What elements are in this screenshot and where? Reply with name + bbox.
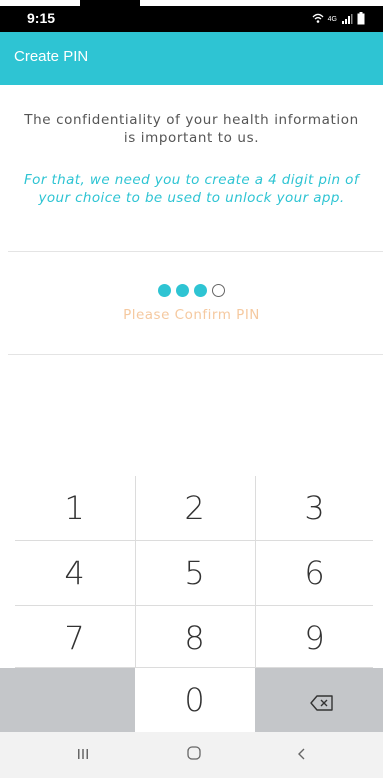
key-0[interactable]: 0 xyxy=(135,668,254,732)
backspace-button[interactable] xyxy=(255,668,383,732)
status-time: 9:15 xyxy=(27,10,56,26)
backspace-icon xyxy=(309,681,334,719)
wifi-calling-icon xyxy=(312,10,324,29)
numeric-keypad: 1 2 3 4 5 6 7 8 9 0 xyxy=(0,476,383,732)
confidentiality-text: The confidentiality of your health infor… xyxy=(24,112,359,146)
key-4[interactable]: 4 xyxy=(15,541,134,605)
key-7[interactable]: 7 xyxy=(15,606,134,670)
divider xyxy=(8,354,383,355)
key-8[interactable]: 8 xyxy=(135,606,254,670)
instruction-text: For that, we need you to create a 4 digi… xyxy=(24,172,359,206)
page-title: Create PIN xyxy=(14,48,89,65)
back-button[interactable] xyxy=(292,745,312,765)
recent-apps-icon xyxy=(76,746,90,765)
divider xyxy=(8,251,383,252)
pin-dot-filled xyxy=(158,284,171,297)
key-2[interactable]: 2 xyxy=(135,476,254,540)
pin-status-text: Please Confirm PIN xyxy=(123,307,260,323)
home-button[interactable] xyxy=(184,745,204,765)
recent-apps-button[interactable] xyxy=(73,745,93,765)
battery-icon xyxy=(357,10,365,29)
pin-indicator xyxy=(0,284,383,300)
status-bar: 9:15 4G xyxy=(0,6,383,32)
pin-dot-filled xyxy=(194,284,207,297)
home-icon xyxy=(186,745,202,765)
back-icon xyxy=(295,746,309,765)
pin-dot-filled xyxy=(176,284,189,297)
key-6[interactable]: 6 xyxy=(255,541,374,605)
key-blank xyxy=(0,668,135,732)
key-1[interactable]: 1 xyxy=(15,476,134,540)
key-9[interactable]: 9 xyxy=(255,606,374,670)
system-nav-bar xyxy=(0,732,383,778)
key-3[interactable]: 3 xyxy=(255,476,374,540)
app-bar: Create PIN xyxy=(0,32,383,85)
status-icons: 4G xyxy=(312,11,365,27)
info-section: The confidentiality of your health infor… xyxy=(0,85,383,251)
key-5[interactable]: 5 xyxy=(135,541,254,605)
network-label: 4G xyxy=(327,15,337,23)
signal-icon xyxy=(341,10,353,29)
pin-dot-empty xyxy=(212,284,225,297)
